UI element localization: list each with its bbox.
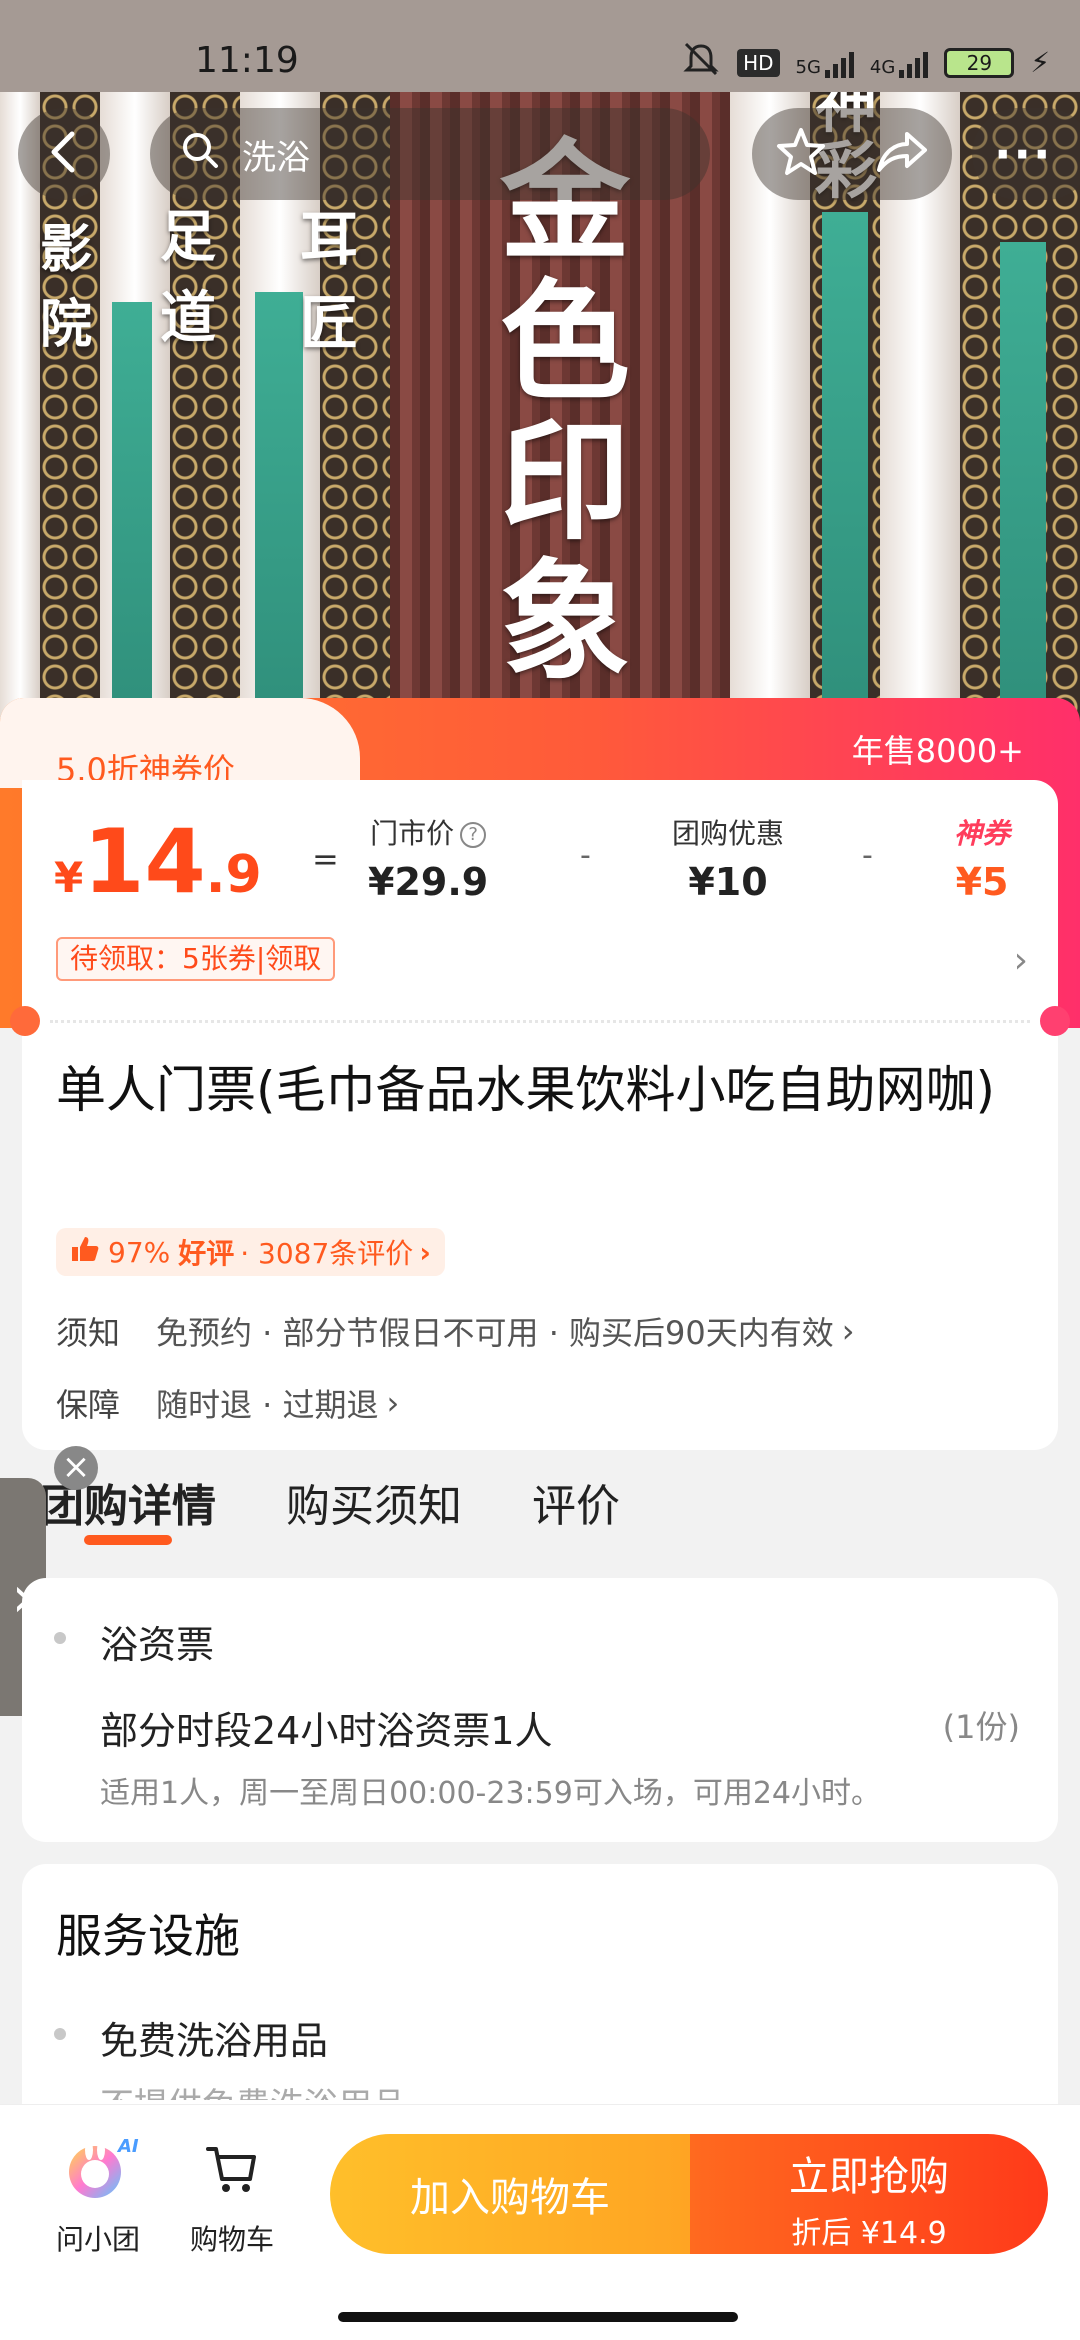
- shopping-cart-icon: [197, 2134, 267, 2204]
- status-icons: HD 5G 4G 29 ⚡: [681, 42, 1050, 83]
- signal-5g: 5G: [796, 48, 854, 78]
- tab-purchase-notice[interactable]: 购买须知: [286, 1470, 462, 1550]
- action-group: [752, 108, 952, 200]
- hero-image: 影院 足道 耳匠 金 色 印 象 神彩 11:19 HD 5G 4G 29 ⚡ …: [0, 0, 1080, 730]
- market-price: 门市价? ¥29.9: [368, 817, 489, 904]
- thumbs-up-icon: [70, 1235, 100, 1270]
- favorite-star-icon[interactable]: [775, 126, 827, 182]
- guarantee-row[interactable]: 保障 随时退 · 过期退 ›: [56, 1380, 399, 1426]
- chevron-right-icon: ›: [841, 1312, 855, 1350]
- chevron-right-icon: ›: [386, 1384, 400, 1422]
- product-title: 单人门票(毛巾备品水果饮料小吃自助网咖): [56, 1061, 996, 1119]
- annual-sales: 年售8000+: [851, 732, 1024, 770]
- item-description: 适用1人，周一至周日00:00-23:59可入场，可用24小时。: [100, 1776, 881, 1811]
- claim-coupon-tag[interactable]: 待领取：5张券|领取: [56, 937, 336, 981]
- service-item-name: 免费洗浴用品: [100, 2019, 329, 2063]
- battery-icon: 29: [944, 47, 1015, 78]
- status-bar: 11:19 HD 5G 4G 29 ⚡: [0, 0, 1080, 92]
- services-heading: 服务设施: [56, 1909, 240, 1963]
- chevron-right-icon[interactable]: ›: [1014, 940, 1028, 981]
- rating-pill[interactable]: 97% 好评 · 3087条评价 ›: [56, 1228, 445, 1276]
- search-text: 洗浴: [242, 137, 310, 178]
- sign-left-2: 足道: [160, 204, 216, 351]
- ai-badge: AI: [118, 2136, 139, 2157]
- section-label: 浴资票: [100, 1623, 215, 1667]
- tab-active-indicator: [84, 1535, 172, 1545]
- charging-icon: ⚡: [1030, 46, 1050, 79]
- cart-button[interactable]: 购物车: [190, 2134, 274, 2258]
- minus-sign-2: -: [862, 838, 873, 873]
- search-icon: [180, 130, 220, 179]
- close-icon[interactable]: ×: [54, 1446, 98, 1490]
- more-dots-icon: ···: [994, 127, 1053, 181]
- chevron-right-icon: ›: [419, 1235, 431, 1269]
- main-sign: 金 色 印 象: [500, 125, 631, 698]
- sale-price: ¥14.9: [54, 810, 262, 913]
- notice-row[interactable]: 须知 免预约 · 部分节假日不可用 · 购买后90天内有效 ›: [56, 1308, 855, 1354]
- help-icon[interactable]: ?: [460, 822, 487, 848]
- minus-sign-1: -: [580, 838, 591, 873]
- hd-badge: HD: [737, 48, 780, 77]
- tab-reviews[interactable]: 评价: [532, 1470, 620, 1550]
- equals-sign: =: [312, 840, 339, 878]
- service-item-desc: 不提供免费洗浴用品: [100, 2078, 406, 2100]
- add-to-cart-button[interactable]: 加入购物车: [330, 2134, 690, 2254]
- mute-bell-icon: [681, 42, 721, 83]
- purchase-buttons: 加入购物车 立即抢购 折后 ¥14.9: [330, 2134, 1048, 2254]
- item-quantity: (1份): [942, 1708, 1020, 1746]
- group-discount: 团购优惠 ¥10: [672, 817, 785, 904]
- signal-4g: 4G: [870, 48, 929, 78]
- shen-coupon: 神券 ¥5: [954, 817, 1011, 904]
- home-indicator[interactable]: [338, 2312, 738, 2322]
- search-bar[interactable]: 洗浴: [150, 108, 710, 200]
- sign-left-3: 耳匠: [300, 205, 359, 357]
- back-button[interactable]: [18, 108, 110, 200]
- more-button[interactable]: ···: [972, 108, 1080, 200]
- status-time: 11:19: [195, 40, 299, 81]
- sign-left-1: 影院: [40, 219, 93, 355]
- back-arrow-icon: [44, 130, 84, 178]
- share-icon[interactable]: [873, 126, 929, 182]
- divider: [50, 1020, 1030, 1023]
- buy-now-button[interactable]: 立即抢购 折后 ¥14.9: [690, 2134, 1048, 2254]
- item-name: 部分时段24小时浴资票1人: [100, 1709, 553, 1753]
